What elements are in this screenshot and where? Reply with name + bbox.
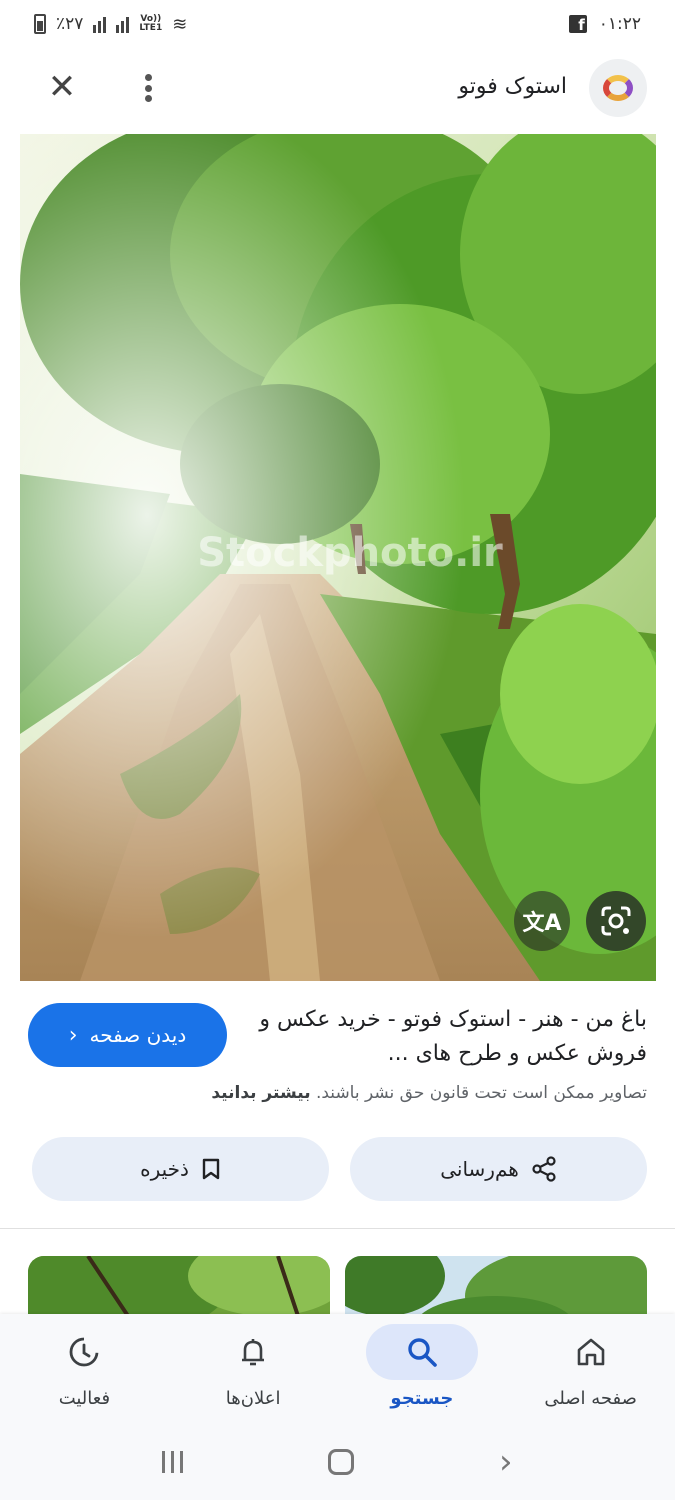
google-image-viewer: ٪۲۷ Vo)) LTE1 ≋ f ۰۱:۲۲ ✕ استوک فوتو Sto… <box>0 0 675 1500</box>
share-button[interactable]: هم‌رسانی <box>350 1137 647 1201</box>
result-title[interactable]: باغ من - هنر - استوک فوتو - خرید عکس و ف… <box>247 1003 647 1071</box>
close-icon: ✕ <box>47 67 77 107</box>
translate-button[interactable]: 文A <box>514 891 570 951</box>
battery-icon <box>34 14 46 34</box>
watermark-text: Stockphoto.ir <box>197 530 503 576</box>
share-icon <box>532 1156 556 1182</box>
share-label: هم‌رسانی <box>440 1157 519 1181</box>
google-lens-button[interactable] <box>586 891 646 951</box>
bottom-navigation: صفحه اصلی جستجو اعلان‌ها فعالیت <box>0 1314 675 1424</box>
result-image[interactable]: Stockphoto.ir 文A <box>20 134 656 981</box>
related-images <box>28 1256 648 1336</box>
nav-activity-label: فعالیت <box>58 1388 111 1409</box>
nav-notifications[interactable]: اعلان‌ها <box>169 1314 338 1424</box>
translate-icon: 文A <box>522 911 562 936</box>
status-time: ۰۱:۲۲ <box>598 14 641 34</box>
garden-path-photo: Stockphoto.ir <box>20 134 656 981</box>
site-logo-icon <box>603 75 633 101</box>
nav-home[interactable]: صفحه اصلی <box>506 1314 675 1424</box>
nav-notifications-label: اعلان‌ها <box>225 1388 281 1409</box>
nav-search[interactable]: جستجو <box>338 1314 507 1424</box>
viewer-header: ✕ استوک فوتو <box>0 56 675 120</box>
chevron-left-icon: ‹ <box>68 1022 78 1048</box>
more-vert-icon <box>144 74 152 81</box>
save-button[interactable]: ذخیره <box>32 1137 329 1201</box>
copyright-notice: تصاویر ممکن است تحت قانون حق نشر باشند. … <box>7 1083 647 1103</box>
status-left: ٪۲۷ Vo)) LTE1 ≋ <box>34 14 187 35</box>
status-right: f ۰۱:۲۲ <box>568 14 641 34</box>
visit-page-button[interactable]: دیدن صفحه ‹ <box>28 1003 227 1067</box>
site-name[interactable]: استوک فوتو <box>458 74 567 99</box>
nav-search-label: جستجو <box>390 1388 454 1409</box>
home-button[interactable] <box>328 1449 355 1475</box>
activity-icon <box>69 1337 99 1367</box>
status-bar: ٪۲۷ Vo)) LTE1 ≋ f ۰۱:۲۲ <box>0 0 675 48</box>
save-label: ذخیره <box>140 1157 189 1181</box>
nav-activity[interactable]: فعالیت <box>0 1314 169 1424</box>
back-button[interactable]: › <box>499 1445 513 1479</box>
learn-more-link[interactable]: بیشتر بدانید <box>211 1083 310 1103</box>
more-options-button[interactable] <box>138 70 158 106</box>
volte-indicator: Vo)) LTE1 <box>139 14 163 33</box>
bell-icon <box>242 1339 265 1366</box>
wifi-icon: ≋ <box>172 13 188 35</box>
visit-page-label: دیدن صفحه <box>89 1023 187 1047</box>
close-button[interactable]: ✕ <box>44 70 80 106</box>
google-lens-icon <box>601 906 631 936</box>
home-icon <box>577 1338 604 1366</box>
system-navigation-bar: › <box>0 1424 675 1500</box>
battery-level: ٪۲۷ <box>56 14 84 34</box>
facebook-notification-icon: f <box>568 15 587 33</box>
search-icon <box>408 1338 437 1367</box>
bookmark-icon <box>202 1158 220 1180</box>
section-divider <box>0 1228 675 1229</box>
site-favicon[interactable] <box>589 59 647 117</box>
signal-icon-2 <box>116 15 130 33</box>
recent-apps-button[interactable] <box>162 1451 184 1473</box>
action-row: ذخیره هم‌رسانی <box>32 1137 647 1201</box>
copyright-text: تصاویر ممکن است تحت قانون حق نشر باشند. <box>315 1083 647 1103</box>
signal-icon <box>93 15 107 33</box>
nav-home-label: صفحه اصلی <box>544 1388 637 1409</box>
